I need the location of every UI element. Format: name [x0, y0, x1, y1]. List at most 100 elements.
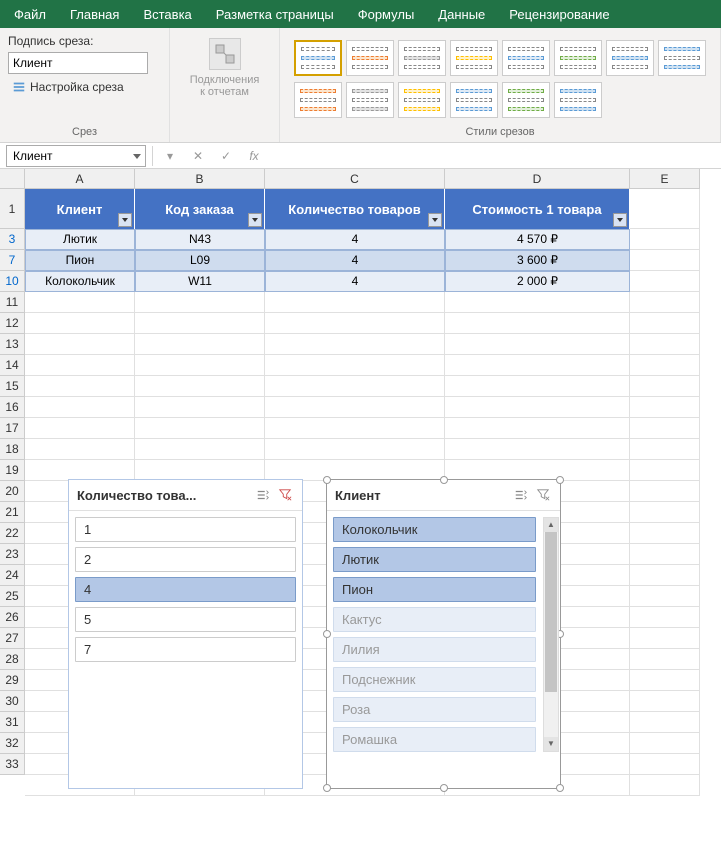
menu-formulas[interactable]: Формулы [346, 0, 427, 28]
fb-cancel-button[interactable]: ✕ [187, 145, 209, 167]
cell[interactable] [630, 439, 700, 460]
row-header-20[interactable]: 20 [0, 481, 25, 502]
col-header-B[interactable]: B [135, 169, 265, 189]
multiselect-icon[interactable] [512, 486, 530, 504]
row-header-26[interactable]: 26 [0, 607, 25, 628]
cell[interactable] [135, 418, 265, 439]
cell[interactable] [265, 418, 445, 439]
slicer-style-11[interactable] [398, 82, 446, 118]
multiselect-icon[interactable] [254, 486, 272, 504]
slicer-item[interactable]: Подснежник [333, 667, 536, 692]
cell[interactable] [135, 460, 265, 481]
scroll-thumb[interactable] [545, 532, 557, 692]
cell[interactable] [445, 355, 630, 376]
row-header-31[interactable]: 31 [0, 712, 25, 733]
cell[interactable] [265, 292, 445, 313]
table-cell[interactable]: 4 [265, 250, 445, 271]
slicer-style-4[interactable] [450, 40, 498, 76]
col-header-E[interactable]: E [630, 169, 700, 189]
cell[interactable] [445, 292, 630, 313]
clear-filter-icon[interactable] [534, 486, 552, 504]
cell[interactable] [25, 397, 135, 418]
cell[interactable] [630, 229, 700, 250]
slicer-item[interactable]: 2 [75, 547, 296, 572]
row-header-25[interactable]: 25 [0, 586, 25, 607]
slicer-scrollbar[interactable]: ▲ ▼ [543, 517, 559, 752]
slicer-style-3[interactable] [398, 40, 446, 76]
slicer-style-12[interactable] [450, 82, 498, 118]
row-header-13[interactable]: 13 [0, 334, 25, 355]
cell[interactable] [630, 670, 700, 691]
cell[interactable] [630, 523, 700, 544]
menu-page-layout[interactable]: Разметка страницы [204, 0, 346, 28]
menu-file[interactable]: Файл [2, 0, 58, 28]
row-header-33[interactable]: 33 [0, 754, 25, 775]
cell[interactable] [630, 313, 700, 334]
row-header-18[interactable]: 18 [0, 439, 25, 460]
row-header-22[interactable]: 22 [0, 523, 25, 544]
cell[interactable] [630, 628, 700, 649]
table-cell[interactable]: 4 570 ₽ [445, 229, 630, 250]
row-header-32[interactable]: 32 [0, 733, 25, 754]
cell[interactable] [630, 754, 700, 775]
slicer-item[interactable]: 1 [75, 517, 296, 542]
filter-icon[interactable] [428, 213, 442, 227]
select-all-corner[interactable] [0, 169, 25, 189]
table-cell[interactable]: W11 [135, 271, 265, 292]
fb-enter-button[interactable]: ✓ [215, 145, 237, 167]
cell[interactable] [25, 460, 135, 481]
cell[interactable] [445, 334, 630, 355]
table-cell[interactable]: 4 [265, 229, 445, 250]
row-header-12[interactable]: 12 [0, 313, 25, 334]
filter-icon[interactable] [118, 213, 132, 227]
slicer-item[interactable]: Кактус [333, 607, 536, 632]
cell[interactable] [630, 397, 700, 418]
cell[interactable] [135, 292, 265, 313]
cell[interactable] [630, 607, 700, 628]
menu-insert[interactable]: Вставка [131, 0, 203, 28]
cell[interactable] [265, 439, 445, 460]
table-header-order[interactable]: Код заказа [135, 189, 265, 229]
cell[interactable] [265, 397, 445, 418]
row-header-30[interactable]: 30 [0, 691, 25, 712]
row-header-23[interactable]: 23 [0, 544, 25, 565]
row-header-15[interactable]: 15 [0, 376, 25, 397]
slicer-item[interactable]: 7 [75, 637, 296, 662]
slicer-item[interactable]: 5 [75, 607, 296, 632]
row-header-21[interactable]: 21 [0, 502, 25, 523]
slicer-style-7[interactable] [606, 40, 654, 76]
slicer-settings-button[interactable]: Настройка среза [8, 78, 161, 96]
cell[interactable] [630, 418, 700, 439]
table-header-cost[interactable]: Стоимость 1 товара [445, 189, 630, 229]
cell[interactable] [630, 649, 700, 670]
menu-data[interactable]: Данные [426, 0, 497, 28]
table-cell[interactable]: 4 [265, 271, 445, 292]
table-header-client[interactable]: Клиент [25, 189, 135, 229]
filter-icon[interactable] [613, 213, 627, 227]
slicer-item[interactable]: Ромашка [333, 727, 536, 752]
fx-button[interactable]: fx [243, 145, 265, 167]
cell[interactable] [630, 376, 700, 397]
cell[interactable] [630, 189, 700, 229]
name-box[interactable]: Клиент [6, 145, 146, 167]
slicer-item[interactable]: Роза [333, 697, 536, 722]
slicer-style-9[interactable] [294, 82, 342, 118]
cell[interactable] [135, 313, 265, 334]
row-header-7[interactable]: 7 [0, 250, 25, 271]
slicer-item[interactable]: Колокольчик [333, 517, 536, 542]
table-cell[interactable]: Пион [25, 250, 135, 271]
row-header-14[interactable]: 14 [0, 355, 25, 376]
slicer-client[interactable]: Клиент ▲ ▼ КолокольчикЛютикПионКактусЛил… [326, 479, 561, 789]
row-header-1[interactable]: 1 [0, 189, 25, 229]
row-header-19[interactable]: 19 [0, 460, 25, 481]
slicer-quantity[interactable]: Количество това... 12457 [68, 479, 303, 789]
cell[interactable] [265, 376, 445, 397]
table-cell[interactable]: N43 [135, 229, 265, 250]
cell[interactable] [630, 691, 700, 712]
row-header-11[interactable]: 11 [0, 292, 25, 313]
cell[interactable] [630, 775, 700, 796]
slicer-style-10[interactable] [346, 82, 394, 118]
cell[interactable] [25, 439, 135, 460]
row-header-17[interactable]: 17 [0, 418, 25, 439]
cell[interactable] [265, 313, 445, 334]
